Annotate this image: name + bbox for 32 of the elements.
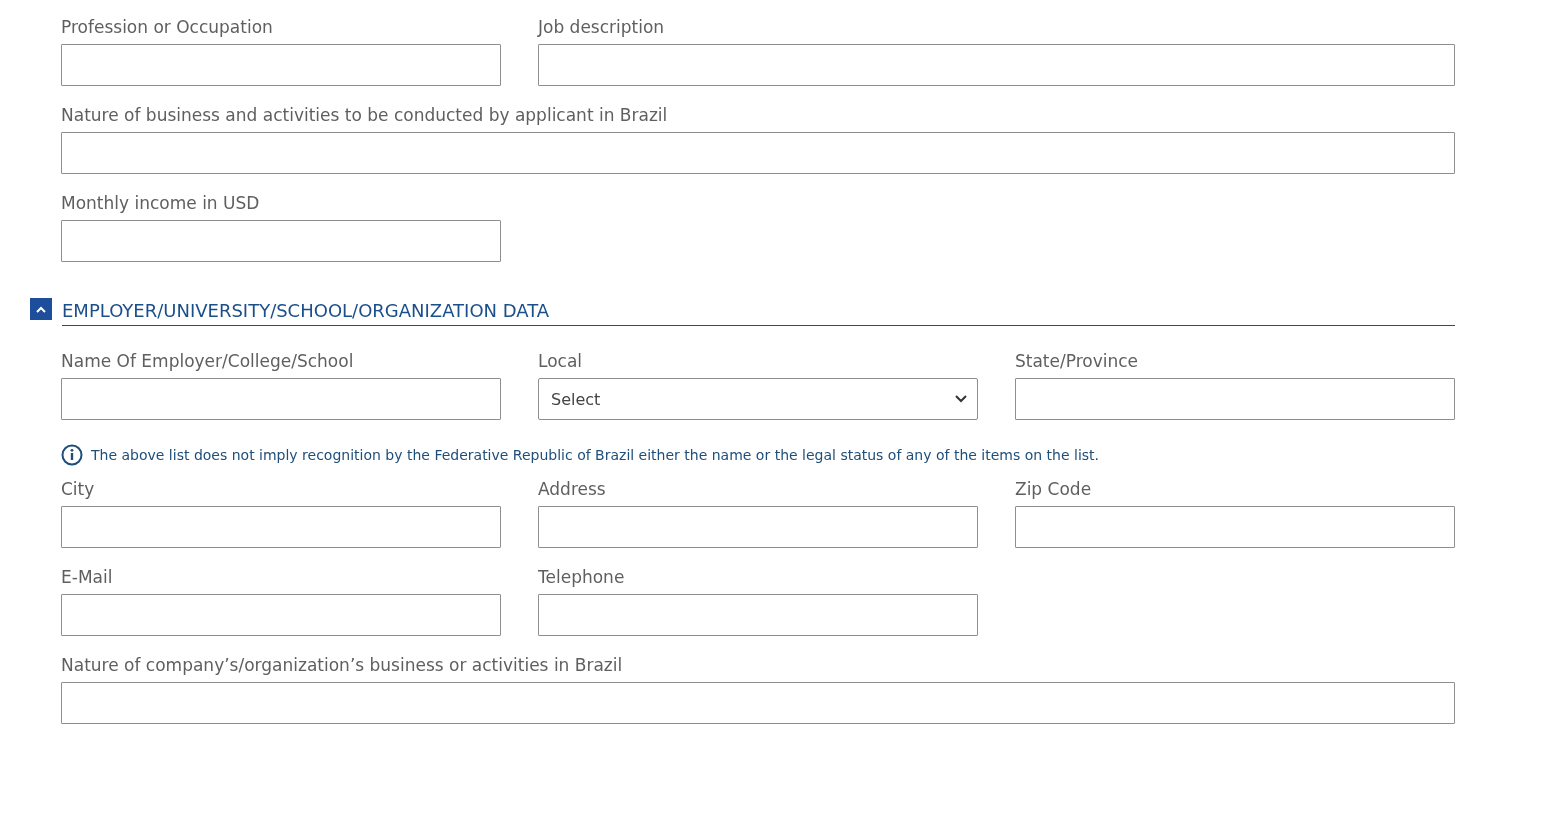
chevron-down-icon: [955, 395, 967, 403]
input-field[interactable]: [538, 594, 978, 636]
field-label: State/Province: [1015, 350, 1140, 372]
input-field[interactable]: [538, 506, 978, 548]
field-label: Telephone: [538, 566, 626, 588]
chevron-up-icon: [36, 305, 46, 313]
input-field[interactable]: [61, 44, 501, 86]
collapse-toggle[interactable]: [30, 298, 52, 320]
field-label: Zip Code: [1015, 478, 1093, 500]
input-field[interactable]: [61, 378, 501, 420]
section-title: EMPLOYER/UNIVERSITY/SCHOOL/ORGANIZATION DATA: [62, 292, 1455, 326]
info-icon: [61, 444, 83, 466]
input-field[interactable]: [538, 44, 1455, 86]
input-field[interactable]: [1015, 378, 1455, 420]
field-label: Name Of Employer/College/School: [61, 350, 355, 372]
field-label: Local: [538, 350, 584, 372]
field-label: Nature of business and activities to be conducted by applicant in Brazil: [61, 104, 669, 126]
field-label: Nature of company’s/organization’s business or activities in Brazil: [61, 654, 624, 676]
input-field[interactable]: [61, 594, 501, 636]
input-field[interactable]: [1015, 506, 1455, 548]
field-label: Job description: [538, 16, 666, 38]
input-field[interactable]: [61, 132, 1455, 174]
select-field[interactable]: Select: [538, 378, 978, 420]
input-field[interactable]: [61, 682, 1455, 724]
input-field[interactable]: [61, 506, 501, 548]
note-text: The above list does not imply recognition by the Federative Republic of Brazil either the name or the legal status of any of the items on the list.: [91, 447, 1100, 463]
field-label: E-Mail: [61, 566, 114, 588]
input-field[interactable]: [61, 220, 501, 262]
field-label: Monthly income in USD: [61, 192, 261, 214]
field-label: Profession or Occupation: [61, 16, 274, 38]
field-label: City: [61, 478, 96, 500]
field-label: Address: [538, 478, 607, 500]
